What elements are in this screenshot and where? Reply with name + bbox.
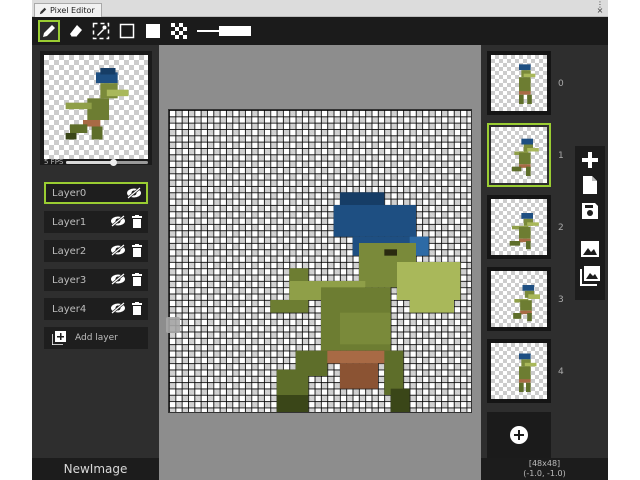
pixel-canvas[interactable] [168,109,472,413]
frame-thumbnail-1[interactable] [487,123,551,187]
layers-panel: 5 FPS Layer0 Layer1 Layer2 Layer3 Layer4 [32,45,159,480]
fps-slider[interactable] [66,159,148,166]
pencil-icon [43,25,55,37]
status-bar: [48x48] (-1.0, -1.0) [481,458,608,480]
frame-thumbnail-4[interactable] [487,339,551,403]
save-icon [582,203,598,219]
frames-panel: 0 1 2 3 4 [48x48] (-1.0, -1.0) [481,45,608,480]
trash-icon[interactable] [132,302,142,315]
layer-name: Layer3 [52,274,87,286]
goblin-preview-sprite [65,68,129,140]
layer-item-4[interactable]: Layer4 [44,298,148,320]
add-layer-icon [52,331,66,345]
add-layer-label: Add layer [75,333,118,343]
visibility-off-icon[interactable] [110,244,126,256]
image-icon [581,241,599,257]
close-icon[interactable]: × [596,7,604,15]
visibility-off-icon[interactable] [126,187,142,199]
canvas-area [159,45,481,480]
visibility-off-icon[interactable] [110,273,126,285]
images-icon [580,266,600,286]
layer-item-3[interactable]: Layer3 [44,269,148,291]
layer-name: Layer4 [52,303,87,315]
fill-color-swatch[interactable] [142,20,164,42]
frame-number: 1 [558,151,564,161]
frame-number: 0 [558,79,564,89]
window-tab[interactable]: Pixel Editor [34,3,102,17]
layer-item-0[interactable]: Layer0 [44,182,148,204]
frame-canvas [491,55,547,111]
frame-sprite [519,353,537,392]
add-circle-icon [510,426,528,444]
pixel-editor-window: Pixel Editor ⋮ × 5 FPS Layer0 Layer1 Lay… [32,0,608,480]
frame-sprite [509,213,539,250]
frame-sprite [512,138,539,176]
add-layer-button[interactable]: Add layer [44,327,148,349]
eraser-tool[interactable] [65,20,87,42]
frame-sprite [513,285,540,322]
window-title: Pixel Editor [50,5,95,15]
frame-number: 2 [558,223,564,233]
add-frame-button[interactable] [487,412,551,458]
layer-name: Layer1 [52,216,87,228]
visibility-off-icon[interactable] [110,302,126,314]
frame-canvas [491,127,547,183]
layer-name: Layer2 [52,245,87,257]
import-images-button[interactable] [580,266,600,286]
layer-name: Layer0 [52,187,87,199]
checker-icon [171,23,187,39]
layer-item-1[interactable]: Layer1 [44,211,148,233]
new-frame-button[interactable] [580,150,600,170]
visibility-off-icon[interactable] [110,215,126,227]
trash-icon[interactable] [132,273,142,286]
fps-label: 5 FPS [44,158,64,166]
trash-icon[interactable] [132,244,142,257]
frame-canvas [491,271,547,327]
goblin-sprite [270,192,461,412]
animation-preview [40,51,152,165]
new-file-button[interactable] [580,175,600,195]
trash-icon[interactable] [132,215,142,228]
canvas-size-readout: [48x48] [528,459,561,468]
canvas-resize-handle[interactable] [166,317,180,333]
eraser-icon [70,25,82,38]
file-icon [583,176,597,194]
pencil-tool[interactable] [38,20,60,42]
image-name-label[interactable]: NewImage [32,458,159,480]
frame-canvas [491,343,547,399]
color-picker-tool[interactable] [90,20,112,42]
fps-slider-fill [66,161,114,164]
window-controls[interactable]: ⋮ × [596,1,604,15]
frame-thumbnail-0[interactable] [487,51,551,115]
preview-canvas [44,55,148,159]
toolbar [32,17,608,45]
save-button[interactable] [580,201,600,221]
fps-slider-knob[interactable] [110,159,117,166]
frame-actions [575,146,605,300]
brush-size-slider[interactable] [194,20,254,42]
frame-thumbnail-3[interactable] [487,267,551,331]
frame-number: 3 [558,295,564,305]
frame-number: 4 [558,367,564,377]
import-image-button[interactable] [580,239,600,259]
brush-size-icon [197,26,251,36]
frame-sprite [519,64,536,104]
outline-color-swatch[interactable] [116,20,138,42]
eyedropper-icon [92,22,110,40]
cursor-coords-readout: (-1.0, -1.0) [523,469,566,478]
pencil-icon [39,7,47,14]
filled-square-icon [146,24,160,38]
outline-square-icon [119,23,135,39]
title-bar: Pixel Editor ⋮ × [32,0,608,17]
plus-icon [582,152,598,168]
frame-thumbnail-2[interactable] [487,195,551,259]
frame-canvas [491,199,547,255]
transparent-swatch[interactable] [168,20,190,42]
layer-item-2[interactable]: Layer2 [44,240,148,262]
